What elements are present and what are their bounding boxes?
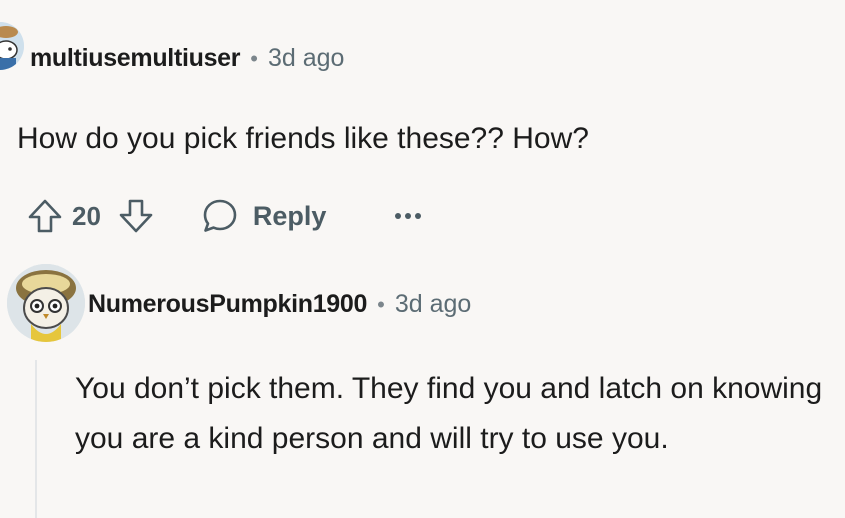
username[interactable]: multiusemultiuser: [30, 44, 241, 73]
avatar[interactable]: [0, 22, 24, 70]
comment-header: multiusemultiuser • 3d ago: [30, 44, 344, 73]
vote-score: 20: [72, 200, 101, 231]
thread-line[interactable]: [35, 360, 37, 518]
comment-header: NumerousPumpkin1900 • 3d ago: [88, 290, 471, 319]
downvote-button[interactable]: [115, 195, 157, 237]
snoo-avatar-icon: [7, 264, 85, 342]
separator-dot: •: [377, 291, 385, 317]
comment-thread: multiusemultiuser • 3d ago How do you pi…: [0, 0, 845, 518]
separator-dot: •: [250, 45, 258, 71]
timestamp[interactable]: 3d ago: [268, 44, 344, 73]
speech-bubble-icon: [203, 199, 237, 232]
timestamp[interactable]: 3d ago: [395, 290, 471, 319]
username[interactable]: NumerousPumpkin1900: [88, 290, 367, 319]
reply-button[interactable]: Reply: [201, 197, 327, 235]
reply-label: Reply: [252, 200, 327, 231]
avatar[interactable]: [7, 264, 85, 342]
snoo-avatar-icon: [0, 22, 24, 70]
upvote-button[interactable]: [24, 195, 66, 237]
arrow-up-outline-icon: [28, 199, 62, 233]
comment-actions: 20 Reply: [24, 190, 422, 242]
arrow-down-outline-icon: [119, 199, 153, 233]
comment-body: You don’t pick them. They find you and l…: [75, 372, 823, 455]
more-options-button[interactable]: [394, 211, 422, 221]
comment-body: How do you pick friends like these?? How…: [17, 122, 589, 155]
three-dots-icon: [395, 213, 422, 219]
